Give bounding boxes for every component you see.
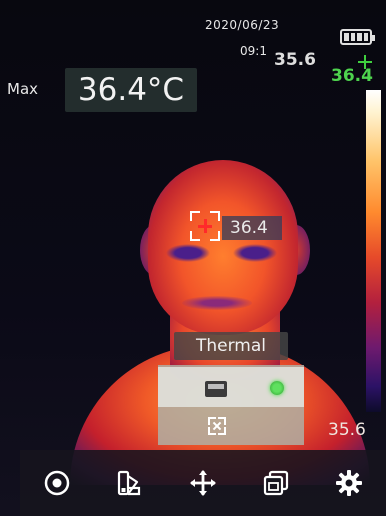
palette-icon [117,470,140,496]
mode-title: Thermal [174,332,288,360]
mode-menu [158,365,304,445]
gallery-button[interactable] [252,459,300,507]
max-label: Max [7,80,39,98]
face-temperature: 36.4 [222,216,282,240]
thermal-eyes [163,244,281,262]
move-button[interactable] [179,459,227,507]
settings-icon [336,470,363,496]
status-date: 2020/06/23 [205,18,280,32]
move-icon [189,470,216,496]
status-time: 09:1 [240,44,267,58]
max-temperature-readout: 36.4°C [65,68,197,112]
mode-option-thermal[interactable] [158,367,304,407]
capture-icon [44,470,69,496]
capture-button[interactable] [33,459,81,507]
battery-full-icon [340,29,375,45]
cursor-temperature: 36.4 [331,66,373,86]
gallery-icon [264,470,289,496]
bottom-toolbar [20,450,386,516]
selected-indicator-icon [270,381,284,395]
cursor-temperature-secondary: 35.6 [274,50,316,70]
thermal-camera-screen: 2020/06/23 09:1 35.6 36.4 Max 36.4°C 35.… [0,0,386,516]
fusion-mode-icon [208,417,226,435]
scale-min-value: 35.6 [328,420,366,440]
face-target-marker-icon [190,211,220,241]
temperature-color-scale [366,90,381,412]
settings-button[interactable] [325,459,373,507]
thermal-mouth [182,296,252,310]
palette-button[interactable] [106,459,154,507]
thermal-mode-icon [205,381,227,397]
mode-option-fusion[interactable] [158,409,304,443]
